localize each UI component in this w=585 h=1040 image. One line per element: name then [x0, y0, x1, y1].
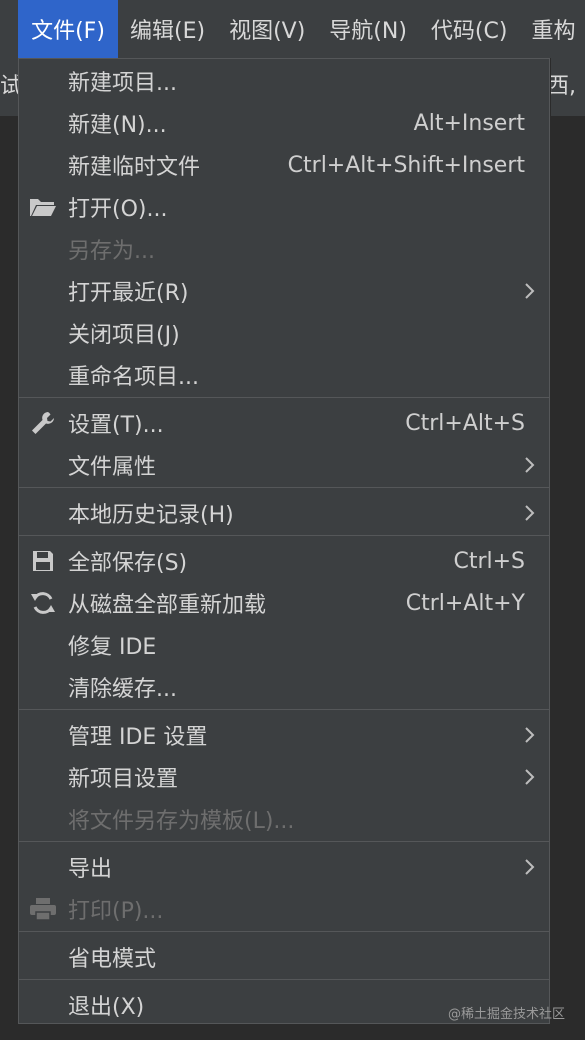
menu-item-label: 重命名项目... [68, 365, 199, 390]
menu-item-label: 新建临时文件 [68, 155, 201, 180]
menubar-code[interactable]: 代码(C) [419, 0, 520, 58]
chevron-right-icon [525, 283, 535, 299]
menu-item-label: 关闭项目(J) [68, 323, 180, 348]
menu-item-label: 管理 IDE 设置 [68, 725, 208, 750]
menu-item-power-save-mode[interactable]: 省电模式 [19, 936, 549, 978]
chevron-right-icon [525, 505, 535, 521]
menu-item-label: 打开最近(R) [68, 281, 189, 306]
menu-item-label: 将文件另存为模板(L)... [68, 809, 295, 834]
chevron-right-icon [525, 859, 535, 875]
watermark: @稀土掘金技术社区 [447, 1007, 565, 1022]
reload-icon [29, 589, 57, 617]
menu-item-label: 新项目设置 [68, 767, 179, 792]
menu-item-shortcut: Ctrl+Alt+Shift+Insert [287, 152, 525, 178]
menu-item-shortcut: Ctrl+Alt+Y [405, 590, 525, 616]
menu-item-export[interactable]: 导出 [19, 846, 549, 888]
menu-item-new[interactable]: 新建(N)... Alt+Insert [19, 102, 549, 144]
menu-separator [19, 841, 549, 842]
file-menu-dropdown: 新建项目... 新建(N)... Alt+Insert 新建临时文件 Ctrl+… [18, 58, 550, 1024]
menu-separator [19, 979, 549, 980]
chevron-right-icon [525, 457, 535, 473]
chevron-right-icon [525, 727, 535, 743]
menu-item-repair-ide[interactable]: 修复 IDE [19, 624, 549, 666]
menu-item-reload-all[interactable]: 从磁盘全部重新加载 Ctrl+Alt+Y [19, 582, 549, 624]
menu-item-label: 文件属性 [68, 455, 157, 480]
menu-separator [19, 709, 549, 710]
menu-item-open[interactable]: 打开(O)... [19, 186, 549, 228]
menu-item-label: 省电模式 [68, 947, 157, 972]
menu-bar: 文件(F) 编辑(E) 视图(V) 导航(N) 代码(C) 重构 [0, 0, 585, 58]
menubar-file[interactable]: 文件(F) [18, 0, 118, 58]
menu-item-file-properties[interactable]: 文件属性 [19, 444, 549, 486]
menu-item-label: 打开(O)... [68, 197, 168, 222]
menu-separator [19, 397, 549, 398]
menu-item-close-project[interactable]: 关闭项目(J) [19, 312, 549, 354]
menu-item-print: 打印(P)... [19, 888, 549, 930]
menu-item-local-history[interactable]: 本地历史记录(H) [19, 492, 549, 534]
menu-separator [19, 487, 549, 488]
background-editor [0, 116, 18, 1040]
menu-item-label: 另存为... [68, 239, 155, 264]
menu-item-invalidate-caches[interactable]: 清除缓存... [19, 666, 549, 708]
menu-item-label: 新建(N)... [68, 113, 167, 138]
menu-item-save-file-as-template: 将文件另存为模板(L)... [19, 798, 549, 840]
menu-item-rename-project[interactable]: 重命名项目... [19, 354, 549, 396]
menu-item-label: 退出(X) [68, 995, 145, 1020]
menu-item-label: 导出 [68, 857, 113, 882]
menu-item-shortcut: Ctrl+S [453, 548, 525, 574]
menu-item-label: 新建项目... [68, 71, 177, 96]
menu-item-label: 设置(T)... [68, 413, 164, 438]
menu-item-new-project-setup[interactable]: 新项目设置 [19, 756, 549, 798]
menu-separator [19, 931, 549, 932]
menubar-edit[interactable]: 编辑(E) [118, 0, 217, 58]
partial-text-right: 西, [551, 74, 576, 99]
partial-text-left: 试 [0, 74, 18, 99]
background-toolbar-fragment-left: 试 [0, 58, 18, 116]
menu-item-label: 清除缓存... [68, 677, 177, 702]
menubar-refactor[interactable]: 重构 [519, 0, 585, 58]
background-toolbar-fragment-right: 西, [551, 58, 585, 116]
menu-item-shortcut: Alt+Insert [413, 110, 525, 136]
menu-item-label: 全部保存(S) [68, 551, 188, 576]
folder-open-icon [29, 193, 57, 221]
menu-item-manage-ide-settings[interactable]: 管理 IDE 设置 [19, 714, 549, 756]
save-icon [29, 547, 57, 575]
chevron-right-icon [525, 769, 535, 785]
menu-separator [19, 535, 549, 536]
menu-item-shortcut: Ctrl+Alt+S [405, 410, 525, 436]
menu-item-save-as: 另存为... [19, 228, 549, 270]
menu-item-label: 修复 IDE [68, 635, 157, 660]
menu-item-label: 从磁盘全部重新加载 [68, 593, 267, 618]
menu-item-save-all[interactable]: 全部保存(S) Ctrl+S [19, 540, 549, 582]
menubar-navigate[interactable]: 导航(N) [317, 0, 419, 58]
menu-item-new-project[interactable]: 新建项目... [19, 60, 549, 102]
wrench-icon [29, 409, 57, 437]
menu-item-new-scratch-file[interactable]: 新建临时文件 Ctrl+Alt+Shift+Insert [19, 144, 549, 186]
menu-item-label: 打印(P)... [68, 899, 164, 924]
menu-item-settings[interactable]: 设置(T)... Ctrl+Alt+S [19, 402, 549, 444]
menu-item-open-recent[interactable]: 打开最近(R) [19, 270, 549, 312]
menu-item-label: 本地历史记录(H) [68, 503, 234, 528]
printer-icon [29, 895, 57, 923]
menubar-view[interactable]: 视图(V) [217, 0, 317, 58]
